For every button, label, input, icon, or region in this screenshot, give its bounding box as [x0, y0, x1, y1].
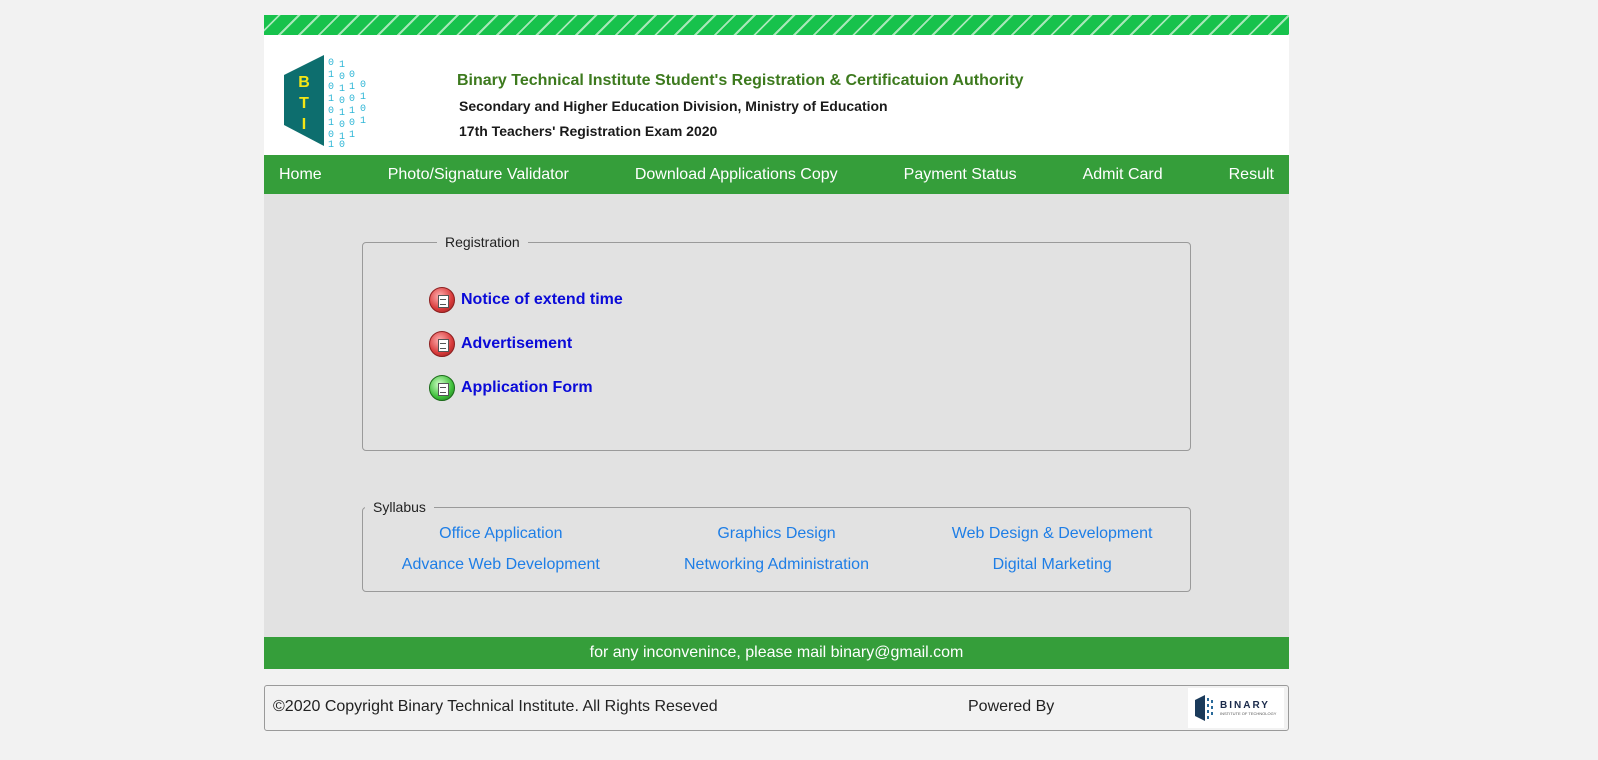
logo-letter-i: I	[302, 116, 306, 133]
svg-text:0: 0	[339, 72, 345, 83]
svg-text:1: 1	[360, 116, 366, 127]
brand-name: BINARY	[1220, 700, 1270, 711]
svg-text:0: 0	[328, 58, 334, 69]
syllabus-grid: Office Application Graphics Design Web D…	[363, 525, 1190, 574]
notice-link[interactable]: Notice of extend time	[461, 291, 623, 309]
site-subtitle: Secondary and Higher Education Division,…	[459, 98, 888, 114]
site-title: Binary Technical Institute Student's Reg…	[457, 72, 1024, 89]
nav-payment-status[interactable]: Payment Status	[904, 166, 1017, 184]
nav-home[interactable]: Home	[279, 166, 322, 184]
syllabus-office-application[interactable]: Office Application	[363, 525, 639, 543]
nav-download-applications-copy[interactable]: Download Applications Copy	[635, 166, 838, 184]
binary-brand-logo[interactable]: BINARY INSTITUTE OF TECHNOLOGY	[1188, 688, 1284, 728]
header: B T I 01 100 0110 1001 0110 1001 011 10 …	[264, 35, 1289, 155]
svg-text:1: 1	[328, 94, 334, 105]
svg-text:1: 1	[349, 82, 355, 93]
application-form-link[interactable]: Application Form	[461, 379, 593, 397]
advertisement-link[interactable]: Advertisement	[461, 335, 572, 353]
syllabus-graphics-design[interactable]: Graphics Design	[639, 525, 915, 543]
svg-text:1: 1	[328, 118, 334, 129]
svg-text:1: 1	[328, 140, 334, 148]
registration-legend: Registration	[445, 234, 520, 250]
page: B T I 01 100 0110 1001 0110 1001 011 10 …	[264, 15, 1289, 731]
contact-bar: for any inconvenince, please mail binary…	[264, 637, 1289, 669]
registration-item-advertisement[interactable]: Advertisement	[429, 330, 1190, 358]
brand-mark-icon	[1195, 695, 1213, 721]
brand-text: BINARY INSTITUTE OF TECHNOLOGY	[1220, 700, 1276, 716]
svg-text:1: 1	[349, 106, 355, 117]
svg-text:0: 0	[360, 80, 366, 91]
svg-text:1: 1	[328, 70, 334, 81]
document-red-icon	[429, 287, 455, 313]
nav-photo-signature-validator[interactable]: Photo/Signature Validator	[388, 166, 569, 184]
syllabus-panel: Syllabus Office Application Graphics Des…	[362, 499, 1191, 592]
svg-text:0: 0	[328, 82, 334, 93]
svg-text:1: 1	[349, 130, 355, 141]
document-red-icon	[429, 331, 455, 357]
header-titles: Binary Technical Institute Student's Reg…	[457, 72, 1024, 139]
syllabus-advance-web-development[interactable]: Advance Web Development	[363, 556, 639, 574]
svg-text:0: 0	[349, 94, 355, 105]
bti-logo: B T I 01 100 0110 1001 0110 1001 011 10	[284, 55, 366, 148]
main-nav: Home Photo/Signature Validator Download …	[264, 155, 1289, 194]
document-green-icon	[429, 375, 455, 401]
registration-list: Notice of extend time Advertisement Appl…	[429, 286, 1190, 402]
syllabus-legend: Syllabus	[373, 499, 426, 515]
svg-text:0: 0	[360, 104, 366, 115]
footer: ©2020 Copyright Binary Technical Institu…	[264, 685, 1289, 731]
main-content: Registration Notice of extend time Adver…	[264, 194, 1289, 637]
svg-text:1: 1	[339, 84, 345, 95]
svg-text:1: 1	[339, 60, 345, 71]
binary-pattern: 01 100 0110 1001 0110 1001 011 10	[328, 58, 366, 148]
top-stripe	[264, 15, 1289, 35]
logo-letter-t: T	[299, 95, 309, 112]
registration-panel: Registration Notice of extend time Adver…	[362, 234, 1191, 451]
registration-item-notice[interactable]: Notice of extend time	[429, 286, 1190, 314]
syllabus-digital-marketing[interactable]: Digital Marketing	[914, 556, 1190, 574]
nav-result[interactable]: Result	[1229, 166, 1274, 184]
svg-text:0: 0	[339, 96, 345, 107]
svg-text:0: 0	[349, 70, 355, 81]
svg-text:1: 1	[360, 92, 366, 103]
svg-text:0: 0	[328, 106, 334, 117]
copyright-text: ©2020 Copyright Binary Technical Institu…	[273, 698, 718, 715]
exam-title: 17th Teachers' Registration Exam 2020	[459, 123, 718, 139]
registration-item-application-form[interactable]: Application Form	[429, 374, 1190, 402]
nav-admit-card[interactable]: Admit Card	[1083, 166, 1163, 184]
svg-text:0: 0	[339, 120, 345, 131]
syllabus-web-design-development[interactable]: Web Design & Development	[914, 525, 1190, 543]
brand-tagline: INSTITUTE OF TECHNOLOGY	[1220, 711, 1277, 716]
syllabus-networking-administration[interactable]: Networking Administration	[639, 556, 915, 574]
svg-text:1: 1	[339, 108, 345, 119]
svg-text:0: 0	[349, 118, 355, 129]
svg-text:0: 0	[339, 140, 345, 148]
powered-by-text: Powered By	[968, 698, 1055, 715]
logo-letter-b: B	[298, 74, 310, 91]
